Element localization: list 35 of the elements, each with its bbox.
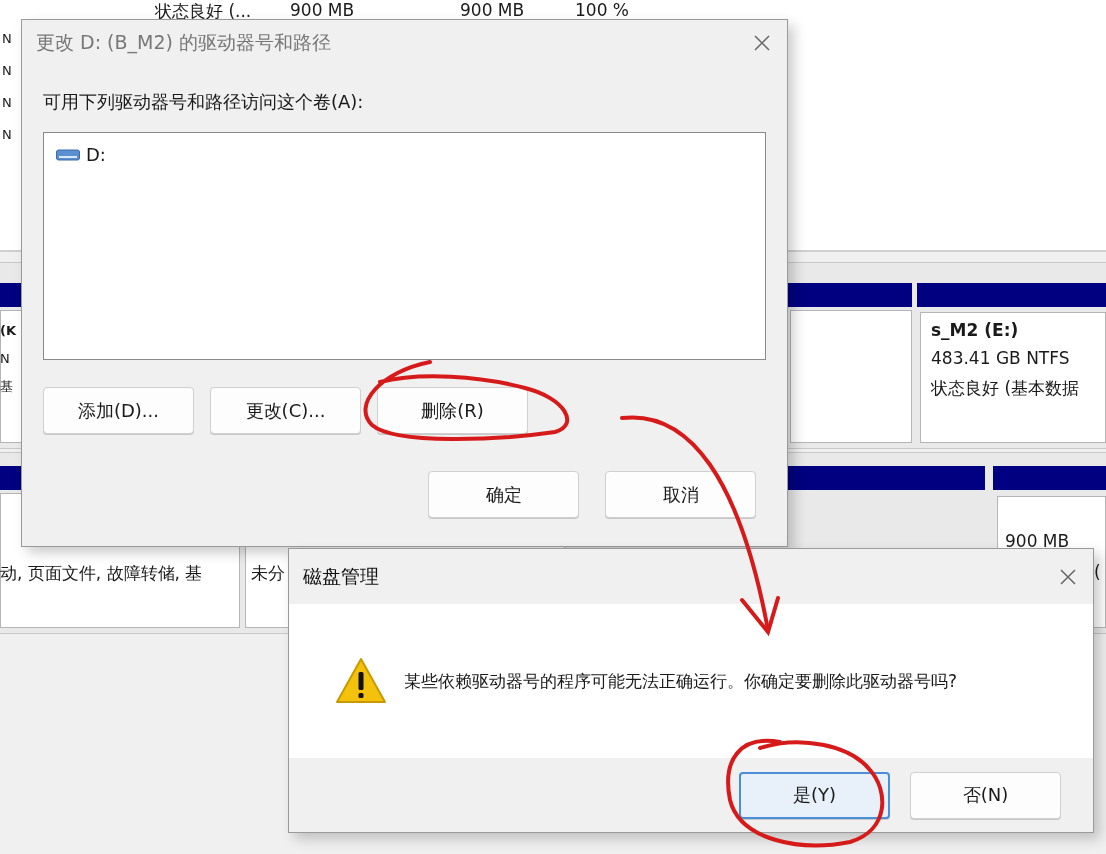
warning-icon (335, 657, 387, 705)
list-label: 可用下列驱动器号和路径访问这个卷(A): (43, 90, 365, 114)
action-button[interactable]: 删除(R) (377, 387, 528, 434)
partition-status: 未分 (251, 562, 285, 585)
partition-text: (K (0, 322, 16, 339)
table-cell: 900 MB (290, 0, 355, 20)
table-cell: 100 % (575, 0, 629, 20)
partition-text: ( (1094, 562, 1101, 582)
partition-status: 动, 页面文件, 故障转储, 基 (0, 562, 203, 585)
table-cell: N (2, 30, 12, 47)
close-icon[interactable] (1059, 567, 1077, 586)
list-item[interactable]: D: (54, 143, 108, 166)
partition-text: 900 MB (1005, 531, 1070, 551)
dialog-button[interactable]: 取消 (605, 471, 756, 518)
table-cell: 状态良好 (... (155, 0, 252, 23)
table-cell: N (2, 126, 12, 143)
dialog-button[interactable]: 否(N) (910, 771, 1061, 819)
action-button[interactable]: 添加(D)... (43, 387, 194, 434)
partition-size: 483.41 GB NTFS (931, 348, 1070, 368)
table-cell: N (2, 62, 12, 79)
partition-text: N (0, 350, 10, 367)
close-icon[interactable] (753, 34, 771, 52)
partition-block[interactable] (920, 312, 1106, 443)
dialog-button[interactable]: 确定 (428, 471, 579, 518)
action-button[interactable]: 更改(C)... (210, 387, 361, 434)
window-title: 更改 D: (B_M2) 的驱动器号和路径 (36, 30, 331, 56)
window-title: 磁盘管理 (303, 563, 379, 589)
drive-icon (56, 147, 80, 162)
table-cell: 900 MB (460, 0, 525, 20)
partition-text: 基 (0, 378, 13, 395)
partition-name: s_M2 (E:) (931, 320, 1019, 340)
dialog-button[interactable]: 是(Y) (739, 771, 890, 819)
table-cell: N (2, 94, 12, 111)
message-text: 某些依赖驱动器号的程序可能无法正确运行。你确定要删除此驱动器号吗? (404, 669, 958, 693)
partition-status: 状态良好 (基本数据 (931, 377, 1080, 400)
